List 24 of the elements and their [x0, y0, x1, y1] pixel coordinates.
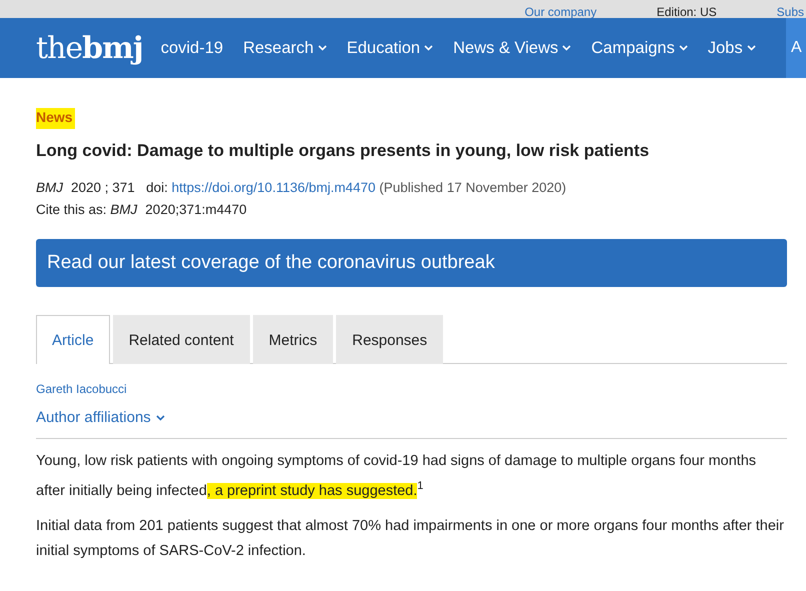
- article-paragraph: Young, low risk patients with ongoing symptoms of covid-19 had signs of damage to multiple organs four months after initially being infected, a preprint study has suggested.$^{1}$: [36, 452, 758, 501]
- coverage-banner[interactable]: Read our latest coverage of the coronavirus outbreak: [36, 239, 787, 287]
- edition-label: Edition: US: [656, 6, 717, 18]
- tab[interactable]: Related content: [112, 315, 250, 364]
- article-paragraph: Initial data from 201 patients suggest that almost 70% had impairments in one or more organs four months after their initial symptoms of SARS-CoV-2 infection.: [36, 516, 785, 561]
- section-label: News: [36, 108, 75, 129]
- chevron-down-icon: [156, 414, 165, 420]
- nav-item[interactable]: Campaigns: [591, 38, 688, 58]
- nav-item[interactable]: Education: [346, 38, 434, 58]
- doi-link[interactable]: https://doi.org/10.1136/bmj.m4470: [172, 180, 376, 195]
- article-title: Long covid: Damage to multiple organs presents in young, low risk patients: [36, 141, 650, 161]
- cite-as-line: Cite this as: BMJ 2020;371:m4470: [36, 201, 248, 219]
- nav-item[interactable]: News & Views: [453, 38, 572, 58]
- nav-item[interactable]: Research: [243, 38, 327, 58]
- nav-item[interactable]: covid-19: [160, 38, 224, 58]
- tab[interactable]: Responses: [336, 315, 444, 364]
- tab[interactable]: Article: [36, 315, 110, 364]
- citation-line: BMJ 2020 ; 371 doi: https://doi.org/10.1136/bmj.m4470 (Published 17 November 2020): [36, 179, 568, 197]
- top-link[interactable]: Subs: [776, 6, 804, 18]
- logo[interactable]: thebmj: [36, 30, 143, 66]
- author-link[interactable]: Gareth Iacobucci: [36, 382, 787, 396]
- tab[interactable]: Metrics: [252, 315, 334, 364]
- nav-item[interactable]: Jobs: [708, 38, 756, 58]
- author-affiliations-toggle[interactable]: Author affiliations: [36, 409, 165, 426]
